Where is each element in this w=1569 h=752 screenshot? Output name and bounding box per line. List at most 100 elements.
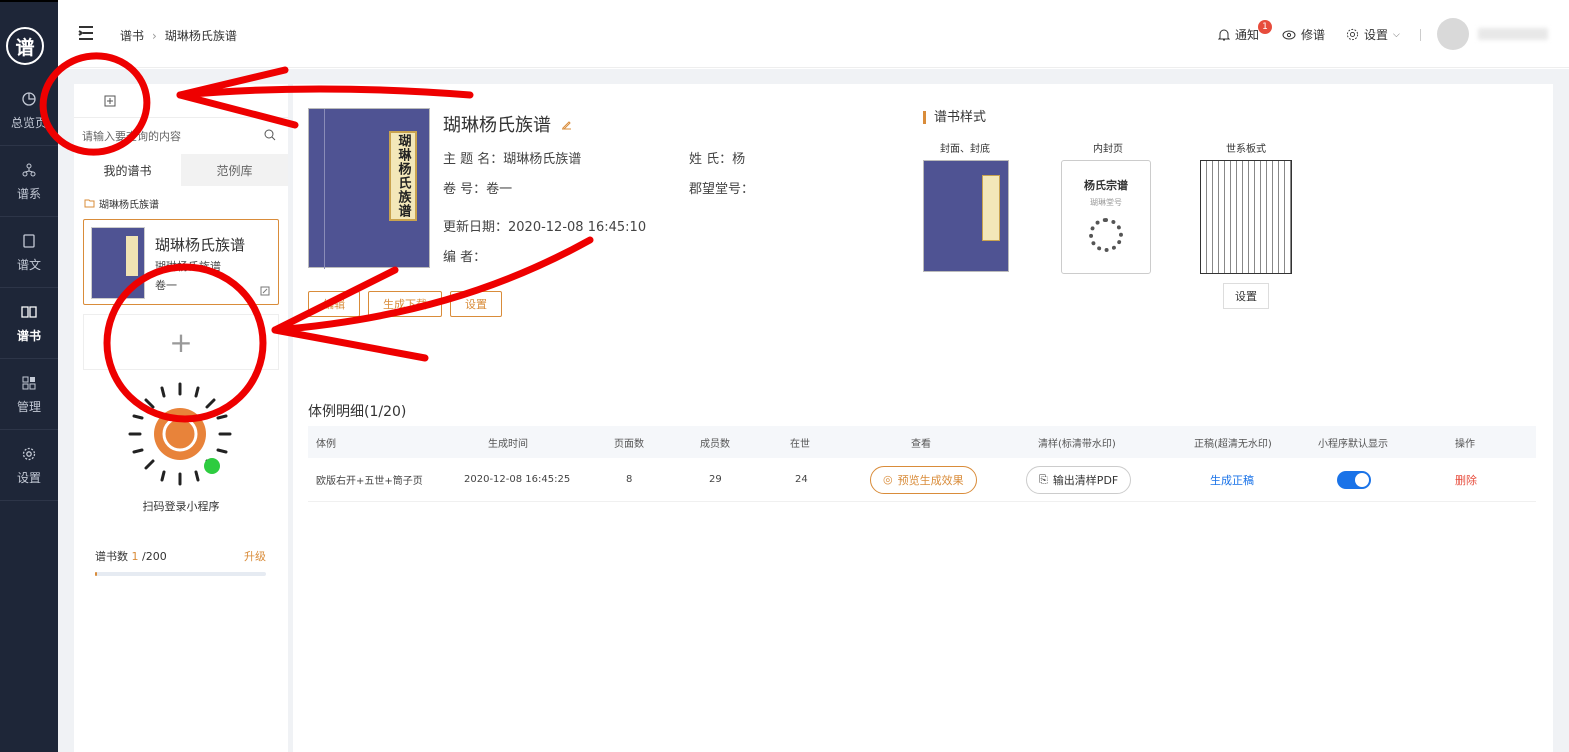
plus-icon: +: [169, 325, 193, 359]
sidebar-item-settings[interactable]: 设置: [0, 431, 58, 501]
style-inner-thumb[interactable]: 杨氏宗谱 瑚琳堂号: [1061, 160, 1151, 274]
show-toggle-cell: [1337, 458, 1371, 501]
sidebar-item-text[interactable]: 谱文: [0, 218, 58, 288]
avatar[interactable]: [1437, 18, 1469, 50]
settings-label: 设置: [1364, 28, 1389, 42]
style-label-lineage: 世系板式: [1226, 144, 1266, 155]
cover-label: 瑚琳杨氏族谱: [389, 131, 417, 221]
meta-label: 主 题 名：: [443, 152, 504, 167]
gear-icon: [1346, 28, 1359, 41]
app-logo[interactable]: 谱: [6, 27, 44, 65]
preview-effect-label: 预览生成效果: [897, 473, 964, 487]
usage-bar-fill: [95, 572, 97, 576]
left-panel: 请输入要查询的内容 我的谱书 范例库 瑚琳杨氏族谱 瑚琳杨氏族谱 瑚琳杨氏族谱 …: [74, 84, 288, 752]
meta-value: 杨: [732, 152, 746, 167]
book-title: 瑚琳杨氏族谱: [443, 115, 551, 136]
export-proof-label: 输出清样PDF: [1052, 473, 1119, 487]
user-name[interactable]: [1478, 28, 1548, 40]
meta-label: 更新日期：: [443, 220, 509, 235]
menu-collapse-icon[interactable]: [78, 26, 94, 40]
generate-download-button[interactable]: 生成下载: [368, 291, 442, 317]
breadcrumb-item[interactable]: 谱书: [120, 27, 144, 44]
qr-caption: 扫码登录小程序: [142, 500, 220, 513]
cell-style: 欧版右开+五世+筒子页: [316, 476, 423, 487]
add-book-icon[interactable]: [104, 95, 116, 107]
app-window: 谱 总览页 谱系 谱文 谱书 管理 设置 谱书 › 瑚琳杨氏族谱 通知 1 修谱…: [0, 0, 1569, 752]
meta-value: 2020-12-08 16:45:10: [508, 220, 647, 235]
style-settings-button[interactable]: 设置: [1223, 283, 1269, 309]
search-icon[interactable]: [264, 129, 276, 141]
gear-icon: [21, 446, 37, 462]
style-label-inner: 内封页: [1093, 144, 1123, 155]
column-header: 清样(标清带水印): [1038, 438, 1116, 450]
inner-qr: [1089, 218, 1123, 252]
sidebar-item-label: 谱文: [16, 257, 41, 272]
cell-alive: 24: [795, 474, 808, 485]
pie-chart-icon: [21, 91, 37, 107]
book-icon: [21, 304, 37, 320]
preview-label: 修谱: [1301, 28, 1326, 42]
notify-button[interactable]: 通知: [1218, 26, 1259, 43]
sidebar-item-manage[interactable]: 管理: [0, 360, 58, 430]
inner-subtitle: 瑚琳堂号: [1090, 198, 1122, 207]
tab-my-books[interactable]: 我的谱书: [74, 154, 181, 186]
notify-label: 通知: [1235, 28, 1260, 42]
folder-icon: [84, 199, 95, 208]
document-icon: [21, 233, 37, 249]
table-title: 体例明细(1/20): [308, 404, 407, 420]
upgrade-link[interactable]: 升级: [244, 548, 266, 564]
edit-icon[interactable]: [260, 286, 270, 296]
style-cover-thumb[interactable]: [923, 160, 1009, 272]
show-toggle[interactable]: [1337, 470, 1371, 489]
notify-badge: 1: [1258, 20, 1272, 34]
search-placeholder: 请输入要查询的内容: [82, 130, 181, 143]
count-label: 谱书数: [95, 550, 128, 563]
grid-icon: [21, 375, 37, 391]
divider: [1420, 29, 1421, 41]
delete-link[interactable]: 删除: [1455, 458, 1477, 501]
inner-title: 杨氏宗谱: [1084, 179, 1128, 192]
edit-book-button[interactable]: 编辑: [308, 291, 360, 317]
folder-item[interactable]: 瑚琳杨氏族谱: [84, 196, 159, 211]
sidebar-item-lineage[interactable]: 谱系: [0, 147, 58, 217]
preview-effect-button[interactable]: ◎ 预览生成效果: [870, 465, 977, 494]
search-input[interactable]: 请输入要查询的内容: [82, 124, 280, 148]
sidebar-item-label: 谱书: [16, 328, 41, 343]
settings-dropdown[interactable]: 设置 ⌵: [1346, 26, 1400, 43]
add-book-button[interactable]: +: [83, 314, 279, 370]
meta-value: 瑚琳杨氏族谱: [503, 152, 582, 167]
cell-members: 29: [709, 474, 722, 485]
cell-time: 2020-12-08 16:45:25: [464, 474, 571, 485]
export-proof-button-cell: ⎘ 输出清样PDF: [1026, 458, 1132, 501]
sidebar-item-book[interactable]: 谱书: [0, 289, 58, 359]
sidebar-item-overview[interactable]: 总览页: [0, 76, 58, 146]
preview-effect-button-cell: ◎ 预览生成效果: [870, 458, 977, 501]
cover-binding: [324, 109, 325, 269]
tab-examples[interactable]: 范例库: [181, 154, 288, 186]
column-header: 操作: [1455, 438, 1475, 450]
book-card-volume: 卷一: [155, 279, 177, 292]
sidebar-item-label: 管理: [16, 399, 41, 414]
meta-updated: 更新日期：2020-12-08 16:45:10: [443, 216, 646, 235]
column-header: 查看: [911, 438, 931, 450]
book-settings-button[interactable]: 设置: [450, 291, 502, 317]
book-detail-panel: 瑚琳杨氏族谱 瑚琳杨氏族谱 主 题 名：瑚琳杨氏族谱 姓 氏：杨 卷 号：卷一 …: [293, 84, 1553, 752]
meta-surname: 姓 氏：杨: [689, 148, 745, 167]
preview-button[interactable]: 修谱: [1282, 26, 1325, 43]
generate-final-link[interactable]: 生成正稿: [1210, 458, 1254, 501]
breadcrumb-item: 瑚琳杨氏族谱: [164, 29, 237, 43]
column-header: 页面数: [614, 438, 644, 450]
bell-icon: [1218, 29, 1230, 41]
count-value: 1: [131, 550, 139, 563]
book-count: 谱书数 1 /200: [95, 548, 167, 564]
style-lineage-thumb[interactable]: [1200, 160, 1292, 274]
count-total: /200: [142, 550, 167, 563]
sidebar-item-label: 谱系: [16, 186, 41, 201]
chevron-down-icon: ⌵: [1393, 29, 1400, 40]
export-proof-button[interactable]: ⎘ 输出清样PDF: [1026, 465, 1132, 494]
book-title-row: 瑚琳杨氏族谱: [443, 111, 572, 137]
style-heading: 谱书样式: [923, 111, 986, 124]
book-card[interactable]: 瑚琳杨氏族谱 瑚琳杨氏族谱 卷一: [83, 219, 279, 305]
edit-title-icon[interactable]: [561, 119, 572, 130]
table-row: 欧版右开+五世+筒子页 2020-12-08 16:45:25 8 29 24 …: [308, 458, 1536, 502]
